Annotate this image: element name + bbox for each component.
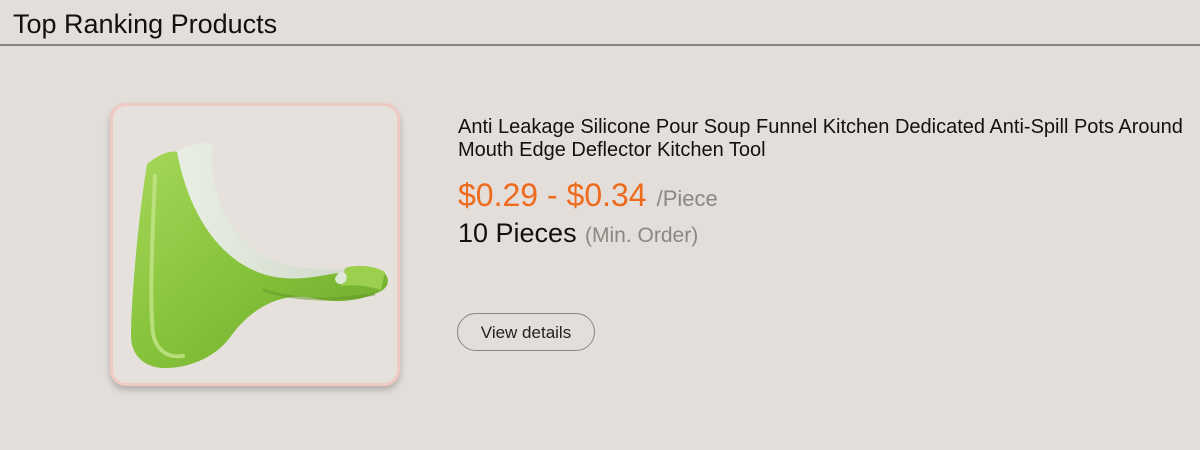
price-unit: /Piece: [656, 186, 718, 211]
view-details-button[interactable]: View details: [457, 313, 595, 351]
product-price: $0.29 - $0.34: [458, 177, 647, 213]
product-card: Anti Leakage Silicone Pour Soup Funnel K…: [0, 46, 1200, 450]
min-order-note: (Min. Order): [585, 224, 699, 247]
price-line: $0.29 - $0.34/Piece: [458, 175, 1198, 215]
section-title: Top Ranking Products: [13, 9, 278, 39]
min-order-line: 10 Pieces (Min. Order): [458, 218, 1198, 252]
product-info: Anti Leakage Silicone Pour Soup Funnel K…: [458, 116, 1198, 252]
min-order-quantity: 10 Pieces: [458, 218, 577, 248]
product-title[interactable]: Anti Leakage Silicone Pour Soup Funnel K…: [458, 116, 1198, 162]
product-image-frame[interactable]: [110, 103, 400, 386]
section-header: Top Ranking Products: [0, 0, 1200, 46]
product-image: [131, 142, 388, 368]
